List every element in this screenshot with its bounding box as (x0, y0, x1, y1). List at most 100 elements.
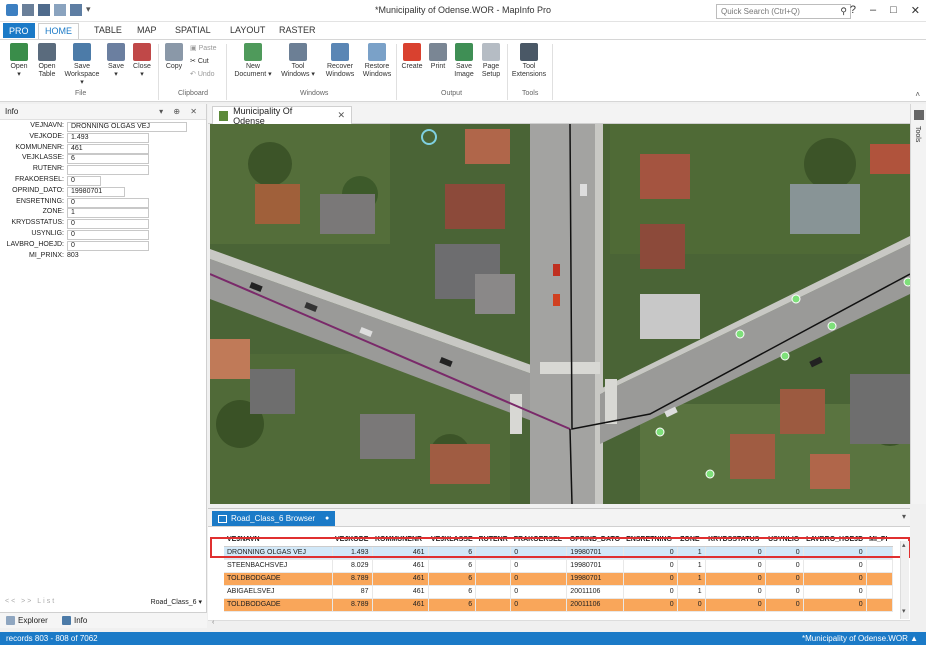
column-header[interactable]: LAVBRO_HOEJD (803, 533, 867, 547)
table-row[interactable]: ABIGAELSVEJ 87 461 6 0 20011106 0 1 0 0 0 (224, 585, 893, 599)
recover-windows-button[interactable]: Recover Windows (323, 43, 357, 79)
minimize-button[interactable]: – (870, 4, 876, 17)
info-field-value[interactable]: DRONNING OLGAS VEJ (67, 122, 187, 132)
create-pdf-button[interactable]: Create (400, 43, 424, 71)
table-cell[interactable]: 0 (803, 559, 867, 573)
table-cell[interactable]: 0 (705, 585, 766, 599)
table-cell[interactable]: 0 (510, 559, 568, 573)
restore-windows-button[interactable]: Restore Windows (360, 43, 394, 79)
table-cell[interactable]: 0 (765, 585, 804, 599)
table-cell[interactable]: 20011106 (566, 598, 624, 612)
tab-spatial[interactable]: SPATIAL (169, 24, 217, 36)
table-cell[interactable]: 0 (803, 598, 867, 612)
tab-map[interactable]: MAP (131, 24, 163, 36)
table-cell[interactable] (475, 546, 512, 560)
quick-search-input[interactable]: Quick Search (Ctrl+Q) ⚲ (716, 4, 851, 19)
tab-info[interactable]: Info (62, 616, 87, 625)
new-document-button[interactable]: New Document ▾ (232, 43, 274, 79)
column-header[interactable]: RUTENR (475, 533, 511, 547)
map-view[interactable] (210, 124, 910, 504)
table-cell[interactable]: 1 (677, 546, 706, 560)
undo-button[interactable]: ↶ Undo (190, 70, 215, 78)
tab-home[interactable]: HOME (38, 23, 79, 39)
table-cell[interactable]: 0 (510, 585, 568, 599)
print-button[interactable]: Print (428, 43, 448, 71)
table-cell[interactable]: ABIGAELSVEJ (224, 585, 333, 599)
table-cell[interactable]: 20011106 (566, 585, 624, 599)
save-workspace-button[interactable]: Save Workspace ▾ (62, 43, 102, 87)
scroll-down-icon[interactable]: ▾ (902, 607, 906, 615)
table-cell[interactable]: 87 (332, 585, 373, 599)
column-header[interactable]: OPRIND_DATO (566, 533, 624, 547)
pin-icon[interactable]: ● (325, 515, 329, 522)
table-cell[interactable]: 0 (803, 585, 867, 599)
tab-raster[interactable]: RASTER (273, 24, 322, 36)
table-cell[interactable] (866, 572, 893, 586)
table-cell[interactable]: 0 (623, 546, 678, 560)
search-icon[interactable]: ⚲ (840, 6, 847, 17)
table-cell[interactable]: 0 (510, 572, 568, 586)
info-field-value[interactable] (67, 165, 149, 176)
chevron-down-icon[interactable]: ▾ (902, 512, 906, 521)
tool-extensions-button[interactable]: Tool Extensions (511, 43, 547, 79)
column-header[interactable]: VEJKODE (332, 533, 372, 547)
info-field-value[interactable]: 1 (67, 208, 149, 219)
info-field-value[interactable]: 0 (67, 230, 149, 240)
info-field-value[interactable]: 0 (67, 176, 101, 186)
help-button[interactable]: ? (850, 4, 856, 17)
table-cell[interactable]: 0 (765, 572, 804, 586)
table-cell[interactable]: 0 (510, 598, 568, 612)
tab-layout[interactable]: LAYOUT (224, 24, 271, 36)
info-field-value[interactable]: 0 (67, 240, 149, 251)
maximize-button[interactable]: □ (890, 4, 897, 17)
tab-pro[interactable]: PRO (3, 23, 35, 38)
table-cell[interactable]: TOLDBODGADE (224, 572, 333, 586)
table-cell[interactable]: 1 (677, 585, 706, 599)
info-field-value[interactable]: 6 (67, 154, 149, 165)
table-cell[interactable] (475, 598, 512, 612)
table-cell[interactable]: 6 (428, 572, 477, 586)
layer-selector[interactable]: Road_Class_6 ▾ (151, 598, 202, 606)
table-cell[interactable]: 461 (372, 559, 429, 573)
table-cell[interactable]: 0 (623, 559, 678, 573)
close-button[interactable]: ✕ (911, 4, 920, 17)
status-workspace[interactable]: *Municipality of Odense.WOR ▲ (802, 634, 918, 643)
table-row[interactable]: DRONNING OLGAS VEJ 1.493 461 6 0 19980701 0 1 0 0… (224, 546, 893, 560)
close-icon[interactable]: ✕ (337, 110, 345, 121)
info-field-value[interactable]: 1.493 (67, 132, 149, 143)
scroll-up-icon[interactable]: ▴ (902, 541, 906, 549)
table-cell[interactable]: 8.029 (332, 559, 373, 573)
table-cell[interactable] (866, 585, 893, 599)
close-table-button[interactable]: Close ▾ (130, 43, 154, 79)
column-header[interactable]: FRAKOERSEL (510, 533, 567, 547)
table-row[interactable]: STEENBACHSVEJ 8.029 461 6 0 19980701 0 1 0 0 0 (224, 559, 893, 573)
table-cell[interactable]: 0 (803, 572, 867, 586)
table-cell[interactable]: 461 (372, 546, 429, 560)
paste-button[interactable]: ▣ Paste (190, 44, 216, 52)
table-cell[interactable]: 461 (372, 572, 429, 586)
info-field-value[interactable]: 19980701 (67, 186, 125, 197)
table-cell[interactable]: 461 (372, 598, 429, 612)
table-cell[interactable]: 0 (803, 546, 867, 560)
table-cell[interactable] (866, 598, 893, 612)
save-image-button[interactable]: Save Image (452, 43, 476, 79)
table-cell[interactable]: 0 (705, 598, 766, 612)
page-setup-button[interactable]: Page Setup (479, 43, 503, 79)
browser-tab[interactable]: Road_Class_6 Browser ● (212, 511, 336, 526)
tool-windows-button[interactable]: Tool Windows ▾ (278, 43, 318, 79)
panel-controls[interactable]: ▾ ⊕ ✕ (159, 107, 201, 116)
table-cell[interactable]: 0 (705, 546, 766, 560)
table-cell[interactable] (866, 546, 893, 560)
table-cell[interactable]: 1 (677, 572, 706, 586)
table-cell[interactable]: 6 (428, 585, 477, 599)
table-cell[interactable]: DRONNING OLGAS VEJ (224, 546, 333, 560)
table-row[interactable]: TOLDBODGADE 8.789 461 6 0 20011106 0 0 0 0 0 (224, 598, 893, 612)
open-table-button[interactable]: Open Table (34, 43, 60, 79)
table-cell[interactable]: 1.493 (332, 546, 373, 560)
collapse-ribbon-icon[interactable]: ˄ (915, 90, 920, 99)
table-cell[interactable]: 0 (510, 546, 568, 560)
column-header[interactable]: USYNLIG (765, 533, 804, 547)
table-cell[interactable]: 0 (623, 572, 678, 586)
table-cell[interactable]: 0 (705, 572, 766, 586)
tab-table[interactable]: TABLE (88, 24, 128, 36)
